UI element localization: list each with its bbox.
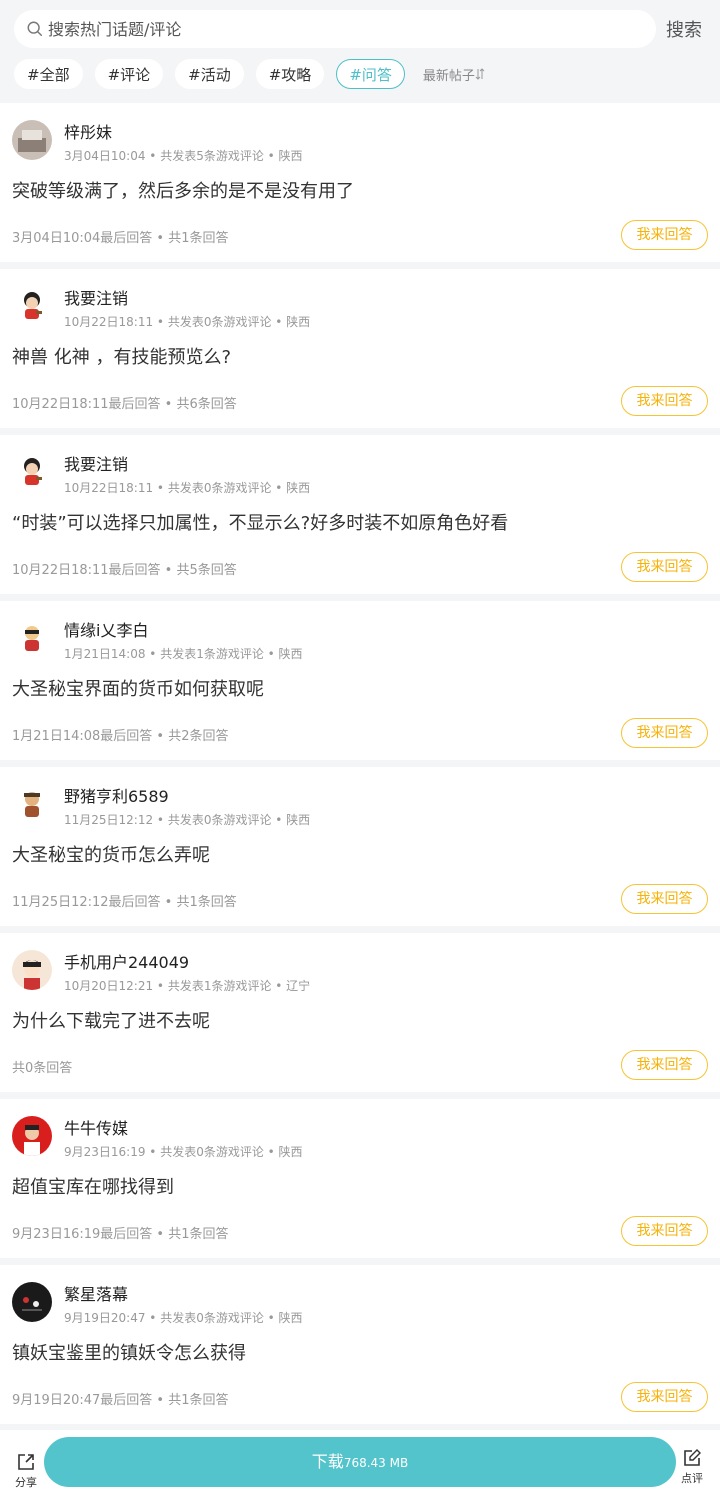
post-card[interactable]: 我要注销 10月22日18:11 • 共发表0条游戏评论 • 陕西 “时装”可以… [0, 435, 720, 594]
tag-qa[interactable]: #问答 [336, 59, 405, 89]
cartoon-avatar-icon [12, 452, 52, 492]
bottom-bar: 分享 下载768.43 MB 点评 [0, 1430, 720, 1495]
review-button[interactable]: 点评 [678, 1448, 706, 1486]
post-title[interactable]: 突破等级满了，然后多余的是不是没有用了 [12, 177, 354, 203]
answer-button[interactable]: 我来回答 [621, 884, 708, 914]
post-card[interactable]: 梓彤妹 3月04日10:04 • 共发表5条游戏评论 • 陕西 突破等级满了，然… [0, 103, 720, 262]
post-title[interactable]: 大圣秘宝的货币怎么弄呢 [12, 841, 210, 867]
share-button[interactable]: 分享 [12, 1452, 40, 1490]
answer-button[interactable]: 我来回答 [621, 718, 708, 748]
avatar[interactable] [12, 1116, 52, 1156]
cartoon-avatar-icon [12, 286, 52, 326]
answer-button[interactable]: 我来回答 [621, 552, 708, 582]
tag-filter-row: #全部 #评论 #活动 #攻略 #问答 最新帖子 [14, 59, 706, 89]
post-title[interactable]: 神兽 化神 ，有技能预览么? [12, 343, 231, 369]
post-footer: 1月21日14:08最后回答 • 共2条回答 [12, 729, 229, 744]
search-button[interactable]: 搜索 [666, 16, 702, 42]
tag-comment[interactable]: #评论 [94, 59, 164, 89]
post-footer: 9月23日16:19最后回答 • 共1条回答 [12, 1227, 229, 1242]
post-meta: 3月04日10:04 • 共发表5条游戏评论 • 陕西 [64, 149, 303, 163]
edit-icon [684, 1449, 701, 1466]
default-user-avatar-icon [12, 950, 52, 990]
post-meta: 11月25日12:12 • 共发表0条游戏评论 • 陕西 [64, 813, 311, 827]
search-icon [27, 21, 43, 37]
post-card[interactable]: 手机用户244049 10月20日12:21 • 共发表1条游戏评论 • 辽宁 … [0, 933, 720, 1092]
cartoon-avatar-icon [12, 784, 52, 824]
user-name[interactable]: 野猪亨利6589 [64, 783, 169, 807]
post-footer: 9月19日20:47最后回答 • 共1条回答 [12, 1393, 229, 1408]
search-row: 搜索 [14, 10, 706, 48]
user-name[interactable]: 我要注销 [64, 285, 128, 309]
share-icon [18, 1454, 34, 1470]
search-input[interactable] [48, 19, 608, 39]
photo-avatar-icon [12, 1116, 52, 1156]
post-title[interactable]: 超值宝库在哪找得到 [12, 1173, 174, 1199]
sort-arrows-icon [475, 68, 485, 80]
post-title[interactable]: 大圣秘宝界面的货币如何获取呢 [12, 675, 264, 701]
user-name[interactable]: 梓彤妹 [64, 119, 112, 143]
answer-button[interactable]: 我来回答 [621, 1050, 708, 1080]
search-box[interactable] [14, 10, 656, 48]
post-meta: 9月19日20:47 • 共发表0条游戏评论 • 陕西 [64, 1311, 303, 1325]
post-meta: 9月23日16:19 • 共发表0条游戏评论 • 陕西 [64, 1145, 303, 1159]
photo-avatar-icon [12, 1282, 52, 1322]
sort-dropdown[interactable]: 最新帖子 [423, 65, 485, 84]
post-meta: 10月22日18:11 • 共发表0条游戏评论 • 陕西 [64, 481, 311, 495]
avatar[interactable] [12, 120, 52, 160]
post-card[interactable]: 牛牛传媒 9月23日16:19 • 共发表0条游戏评论 • 陕西 超值宝库在哪找… [0, 1099, 720, 1258]
tag-activity[interactable]: #活动 [175, 59, 244, 89]
post-card[interactable]: 我要注销 10月22日18:11 • 共发表0条游戏评论 • 陕西 神兽 化神 … [0, 269, 720, 428]
post-meta: 1月21日14:08 • 共发表1条游戏评论 • 陕西 [64, 647, 303, 661]
post-title[interactable]: 为什么下载完了进不去呢 [12, 1007, 210, 1033]
post-footer: 共0条回答 [12, 1061, 73, 1076]
cartoon-avatar-icon [12, 618, 52, 658]
tag-guide[interactable]: #攻略 [255, 59, 325, 89]
answer-button[interactable]: 我来回答 [621, 1216, 708, 1246]
user-name[interactable]: 牛牛传媒 [64, 1115, 128, 1139]
user-name[interactable]: 我要注销 [64, 451, 128, 475]
post-card[interactable]: 野猪亨利6589 11月25日12:12 • 共发表0条游戏评论 • 陕西 大圣… [0, 767, 720, 926]
answer-button[interactable]: 我来回答 [621, 386, 708, 416]
post-footer: 3月04日10:04最后回答 • 共1条回答 [12, 231, 229, 246]
post-card[interactable]: 繁星落幕 9月19日20:47 • 共发表0条游戏评论 • 陕西 镇妖宝鉴里的镇… [0, 1265, 720, 1424]
review-label: 点评 [681, 1472, 703, 1485]
avatar[interactable] [12, 950, 52, 990]
share-label: 分享 [15, 1476, 37, 1489]
user-name[interactable]: 手机用户244049 [64, 949, 189, 973]
post-footer: 10月22日18:11最后回答 • 共6条回答 [12, 397, 237, 412]
user-name[interactable]: 繁星落幕 [64, 1281, 128, 1305]
download-label: 下载 [311, 1452, 344, 1471]
post-title[interactable]: “时装”可以选择只加属性，不显示么?好多时装不如原角色好看 [12, 509, 508, 535]
user-name[interactable]: 情缘i乂李白 [64, 617, 148, 641]
avatar[interactable] [12, 452, 52, 492]
sort-label: 最新帖子 [422, 68, 475, 84]
post-title[interactable]: 镇妖宝鉴里的镇妖令怎么获得 [12, 1339, 246, 1365]
answer-button[interactable]: 我来回答 [621, 1382, 708, 1412]
post-meta: 10月20日12:21 • 共发表1条游戏评论 • 辽宁 [64, 979, 311, 993]
avatar[interactable] [12, 618, 52, 658]
avatar[interactable] [12, 286, 52, 326]
download-button[interactable]: 下载768.43 MB [44, 1437, 676, 1487]
post-meta: 10月22日18:11 • 共发表0条游戏评论 • 陕西 [64, 315, 311, 329]
avatar[interactable] [12, 1282, 52, 1322]
answer-button[interactable]: 我来回答 [621, 220, 708, 250]
post-card[interactable]: 情缘i乂李白 1月21日14:08 • 共发表1条游戏评论 • 陕西 大圣秘宝界… [0, 601, 720, 760]
download-size: 768.43 MB [343, 1456, 409, 1470]
post-list: 梓彤妹 3月04日10:04 • 共发表5条游戏评论 • 陕西 突破等级满了，然… [0, 103, 720, 1431]
post-footer: 11月25日12:12最后回答 • 共1条回答 [12, 895, 237, 910]
photo-avatar-icon [12, 120, 52, 160]
avatar[interactable] [12, 784, 52, 824]
tag-all[interactable]: #全部 [14, 59, 83, 89]
top-bar: 搜索 #全部 #评论 #活动 #攻略 #问答 最新帖子 [0, 0, 720, 103]
post-footer: 10月22日18:11最后回答 • 共5条回答 [12, 563, 237, 578]
